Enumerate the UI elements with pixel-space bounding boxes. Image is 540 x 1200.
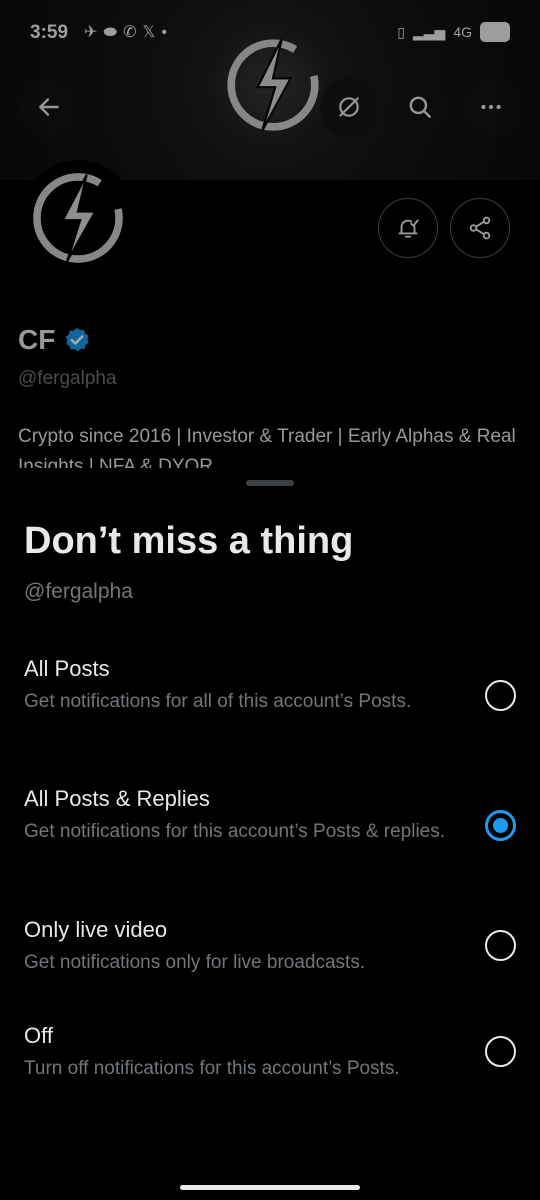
- home-indicator[interactable]: [180, 1185, 360, 1190]
- sheet-drag-handle[interactable]: [246, 480, 294, 486]
- radio-only-live-video[interactable]: [485, 930, 516, 961]
- dim-overlay[interactable]: [0, 0, 540, 480]
- radio-all-posts-replies[interactable]: [485, 810, 516, 841]
- option-description: Get notifications only for live broadcas…: [24, 952, 366, 973]
- option-description: Get notifications for all of this accoun…: [24, 691, 412, 712]
- option-all-posts-replies[interactable]: All Posts & Replies Get notifications fo…: [0, 786, 540, 870]
- radio-off[interactable]: [485, 1036, 516, 1067]
- option-off[interactable]: Off Turn off notifications for this acco…: [0, 1023, 540, 1083]
- sheet-subtitle: @fergalpha: [24, 580, 133, 603]
- option-all-posts[interactable]: All Posts Get notifications for all of t…: [0, 656, 540, 740]
- profile-background: 3:59 ✈ ⬬ ✆ 𝕏 • ▯ ▂▃▅ 4G 69 CF @fergalpha…: [0, 0, 540, 480]
- option-title: Off: [24, 1023, 53, 1048]
- option-only-live-video[interactable]: Only live video Get notifications only f…: [0, 917, 540, 977]
- notification-settings-sheet: Don’t miss a thing @fergalpha All Posts …: [0, 468, 540, 1200]
- option-title: All Posts: [24, 656, 110, 681]
- option-title: All Posts & Replies: [24, 786, 210, 811]
- option-description: Turn off notifications for this account’…: [24, 1058, 400, 1079]
- sheet-title: Don’t miss a thing: [24, 520, 354, 562]
- option-description: Get notifications for this account’s Pos…: [24, 821, 446, 842]
- radio-all-posts[interactable]: [485, 680, 516, 711]
- option-title: Only live video: [24, 917, 168, 942]
